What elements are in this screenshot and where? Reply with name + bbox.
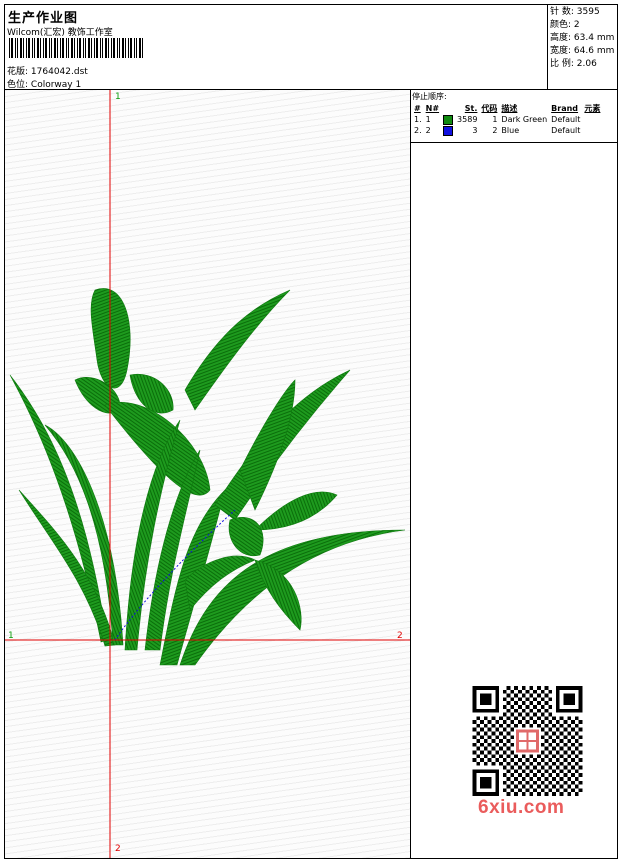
- colorway-value: Colorway 1: [30, 80, 82, 90]
- row-needle: 2: [425, 126, 431, 135]
- stop-sequence-table: # N# St. 代码 描述 Brand 元素 1. 1 3589 1 Dark…: [412, 103, 602, 136]
- row-stitches: 3589: [457, 115, 478, 124]
- col-header: #: [414, 104, 421, 113]
- stop-sequence-panel: 停止顺序: # N# St. 代码 描述 Brand 元素 1. 1 3589 …: [411, 90, 617, 143]
- page-title: 生产作业图: [8, 11, 79, 26]
- colors-label: 颜色:: [550, 20, 572, 30]
- width-value: 64.6 mm: [573, 46, 615, 56]
- orchid-embroidery: [9, 288, 406, 666]
- row-code: 1: [492, 115, 498, 124]
- studio-name: Wilcom(汇宏) 教饰工作室: [7, 28, 113, 38]
- petal: [228, 517, 264, 557]
- table-row[interactable]: 2. 2 3 2 Blue Default: [412, 125, 602, 136]
- worksheet-frame: 生产作业图 Wilcom(汇宏) 教饰工作室 花版: 1764042.dst 色…: [4, 4, 618, 859]
- row-description: Blue: [501, 126, 520, 135]
- design-label: 花版:: [7, 67, 29, 77]
- design-line: 花版: 1764042.dst: [7, 64, 88, 77]
- color-swatch: [441, 125, 455, 136]
- stitches-value: 3595: [576, 7, 600, 17]
- design-value: 1764042.dst: [30, 67, 88, 77]
- axis-label-left: 1: [8, 631, 14, 641]
- embroidery-preview: [5, 90, 410, 858]
- petal: [254, 491, 338, 531]
- height-label: 高度:: [550, 33, 572, 43]
- colorway-line: 色位: Colorway 1: [7, 77, 81, 90]
- col-header: 元素: [584, 104, 601, 113]
- stop-sequence-title: 停止顺序:: [412, 92, 447, 101]
- row-brand: Default: [551, 115, 581, 124]
- row-needle: 1: [425, 115, 431, 124]
- row-index: 2.: [414, 126, 422, 135]
- axis-label-right: 2: [397, 631, 403, 641]
- row-code: 2: [492, 126, 498, 135]
- row-stitches: 3: [472, 126, 478, 135]
- axis-label-bottom: 2: [115, 844, 121, 854]
- row-index: 1.: [414, 115, 422, 124]
- row-description: Dark Green: [501, 115, 548, 124]
- petal: [90, 288, 131, 389]
- qr-code: [471, 686, 584, 796]
- table-row[interactable]: 1. 1 3589 1 Dark Green Default: [412, 114, 602, 125]
- col-header: Brand: [551, 104, 579, 113]
- col-header: St.: [464, 104, 478, 113]
- header: 生产作业图 Wilcom(汇宏) 教饰工作室 花版: 1764042.dst 色…: [5, 5, 617, 90]
- col-header: 描述: [501, 104, 518, 113]
- ratio-label: 比 例:: [550, 59, 574, 69]
- colorway-label: 色位:: [7, 80, 29, 90]
- barcode: [9, 38, 143, 58]
- design-canvas[interactable]: 1 2 1 2: [5, 90, 411, 858]
- stats-box: 针 数: 3595 颜色: 2 高度: 63.4 mm 宽度: 64.6 mm …: [547, 5, 617, 89]
- col-header: N#: [425, 104, 440, 113]
- axis-label-top: 1: [115, 92, 121, 102]
- color-swatch: [441, 114, 455, 125]
- colors-value: 2: [573, 20, 580, 30]
- width-label: 宽度:: [550, 46, 572, 56]
- col-header: [441, 103, 455, 114]
- col-header: 代码: [481, 104, 498, 113]
- stitches-label: 针 数:: [550, 7, 574, 17]
- leaf: [184, 289, 291, 411]
- height-value: 63.4 mm: [573, 33, 615, 43]
- watermark-url: 6xiu.com: [478, 797, 565, 818]
- ratio-value: 2.06: [576, 59, 597, 69]
- row-brand: Default: [551, 126, 581, 135]
